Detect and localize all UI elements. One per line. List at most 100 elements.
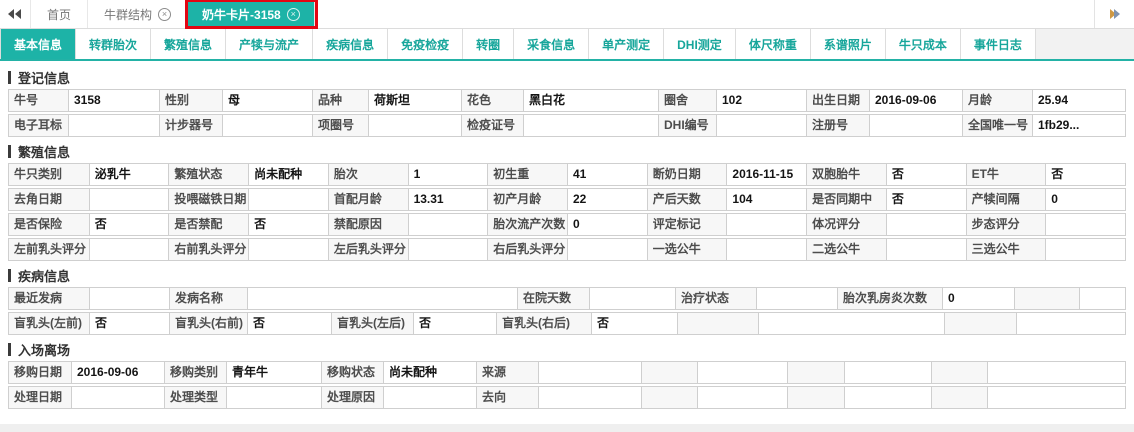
field-label [787, 387, 844, 408]
field-value: 否 [247, 313, 331, 334]
section-title: 疾病信息 [8, 267, 1126, 284]
field-label: 处理类型 [164, 387, 226, 408]
field-label: 胎次 [327, 164, 408, 185]
window-tabs: 首页 牛群结构 × 奶牛卡片-3158 × [30, 0, 318, 29]
field-label: 移购状态 [321, 362, 383, 383]
field-label: 投喂磁铁日期 [168, 189, 249, 210]
table-row: 移购日期 2016-09-06 移购类别 青年牛 移购状态 尚未配种 来源 [8, 361, 1126, 384]
field-value [987, 362, 1125, 383]
window-tab-1[interactable]: 首页 [30, 0, 89, 28]
field-value [248, 189, 328, 210]
field-label: 盲乳头(右后) [496, 313, 591, 334]
close-icon[interactable]: × [158, 7, 172, 21]
table-row: 处理日期 处理类型 处理原因 去向 [8, 386, 1126, 409]
field-label: 初生重 [487, 164, 567, 185]
field-label [931, 387, 987, 408]
section-title-bar-icon [8, 70, 11, 84]
field-label: 移购类别 [164, 362, 226, 383]
field-value [756, 288, 837, 309]
field-value [726, 214, 807, 235]
module-tab-1[interactable]: 基本信息 [0, 29, 77, 59]
field-value: 102 [716, 90, 806, 111]
field-value [89, 288, 169, 309]
field-value: 否 [413, 313, 496, 334]
field-label: 计步器号 [159, 115, 222, 136]
module-tab-7[interactable]: 转圈 [463, 29, 515, 59]
field-value: 22 [567, 189, 647, 210]
field-label: 产犊间隔 [965, 189, 1046, 210]
section-4: 入场离场 移购日期 2016-09-06 移购类别 青年牛 移购状态 尚未配种 来源 处理日期处… [8, 341, 1126, 409]
module-tab-10[interactable]: DHI测定 [664, 29, 736, 59]
module-tab-11[interactable]: 体尺称重 [735, 29, 811, 59]
field-label: 移购日期 [9, 362, 71, 383]
field-value [697, 362, 787, 383]
field-value: 荷斯坦 [368, 90, 461, 111]
window-tab-2[interactable]: 牛群结构 × [88, 0, 189, 28]
module-tab-5[interactable]: 疾病信息 [313, 29, 389, 59]
field-label: 胎次流产次数 [487, 214, 567, 235]
table-row: 牛只类别 泌乳牛 繁殖状态 尚未配种 胎次 1 初生重 41 断奶日期 2016-11-15 双胞胎… [8, 163, 1126, 186]
field-label: 左后乳头评分 [327, 239, 408, 260]
field-label: 处理日期 [9, 387, 71, 408]
double-right-arrow-icon [1113, 9, 1120, 19]
field-label: 花色 [461, 90, 523, 111]
field-value: 尚未配种 [383, 362, 476, 383]
field-value: 青年牛 [226, 362, 321, 383]
field-label: 胎次乳房炎次数 [837, 288, 942, 309]
scroll-tabs-left-button[interactable] [0, 0, 30, 28]
field-value: 3158 [68, 90, 159, 111]
module-tab-2[interactable]: 转群胎次 [76, 29, 152, 59]
field-value: 0 [567, 214, 647, 235]
table-row: 盲乳头(左前) 否盲乳头(右前) 否盲乳头(左后) 否盲乳头(右后) 否 [8, 312, 1126, 335]
field-value [247, 288, 517, 309]
scroll-tabs-right-button[interactable] [1094, 0, 1134, 28]
module-tab-8[interactable]: 采食信息 [514, 29, 590, 59]
field-value: 否 [89, 313, 169, 334]
field-value: 否 [88, 214, 169, 235]
window-tab-3[interactable]: 奶牛卡片-3158 × [185, 0, 318, 29]
field-label: 项圈号 [312, 115, 368, 136]
field-value: 否 [248, 214, 328, 235]
close-icon[interactable]: × [286, 7, 300, 21]
section-title-bar-icon [8, 144, 11, 158]
field-label [1014, 288, 1079, 309]
module-tab-4[interactable]: 产犊与流产 [226, 29, 314, 59]
field-label: 来源 [476, 362, 538, 383]
field-value [88, 189, 169, 210]
field-value [523, 115, 658, 136]
module-tab-3[interactable]: 繁殖信息 [151, 29, 227, 59]
field-label: DHI编号 [658, 115, 716, 136]
field-label: 盲乳头(左前) [9, 313, 89, 334]
field-value [869, 115, 962, 136]
field-value [987, 387, 1125, 408]
module-tab-12[interactable]: 系谱照片 [810, 29, 886, 59]
field-label: 体况评分 [806, 214, 886, 235]
field-value: 0 [942, 288, 1014, 309]
field-value [885, 239, 966, 260]
cow-card-content: 登记信息 牛号 3158 性别母品种 荷斯坦 花色 黑白花 圈舍 102 出生日期 2016-09-… [0, 61, 1134, 424]
table-row: 最近发病 发病名称 在院天数 治疗状态 胎次乳房炎次数 0 [8, 287, 1126, 310]
field-label: 是否同期中 [806, 189, 886, 210]
table-row: 是否保险否是否禁配否禁配原因 胎次流产次数 0 评定标记 体况评分 步态评分 [8, 213, 1126, 236]
field-label: 禁配原因 [327, 214, 408, 235]
field-value: 2016-11-15 [726, 164, 807, 185]
window-tab-label: 牛群结构 [104, 7, 153, 22]
field-label [931, 362, 987, 383]
field-value: 2016-09-06 [869, 90, 962, 111]
module-tab-6[interactable]: 免疫检疫 [388, 29, 464, 59]
section-title-text: 登记信息 [18, 70, 71, 86]
app-window: 首页 牛群结构 × 奶牛卡片-3158 × 基本信息 转群胎次 繁殖信息 产犊与流产 疾病信息免… [0, 0, 1134, 432]
module-tab-14[interactable]: 事件日志 [960, 29, 1036, 59]
field-label: 右前乳头评分 [168, 239, 249, 260]
field-value: 104 [726, 189, 807, 210]
section-1: 登记信息 牛号 3158 性别母品种 荷斯坦 花色 黑白花 圈舍 102 出生日期 2016-09-… [8, 69, 1126, 137]
field-label: 月龄 [962, 90, 1032, 111]
field-label: 治疗状态 [675, 288, 756, 309]
field-value [71, 387, 164, 408]
field-label: 去向 [476, 387, 538, 408]
section-2: 繁殖信息 牛只类别 泌乳牛 繁殖状态 尚未配种 胎次 1 初生重 41 断奶日期 2016-11-1… [8, 143, 1126, 261]
module-tab-9[interactable]: 单产测定 [589, 29, 665, 59]
table-row: 左前乳头评分 右前乳头评分 左后乳头评分 右后乳头评分 一选公牛 二选公牛 三选公牛 [8, 238, 1126, 261]
module-tab-13[interactable]: 牛只成本 [885, 29, 961, 59]
field-value [226, 387, 321, 408]
